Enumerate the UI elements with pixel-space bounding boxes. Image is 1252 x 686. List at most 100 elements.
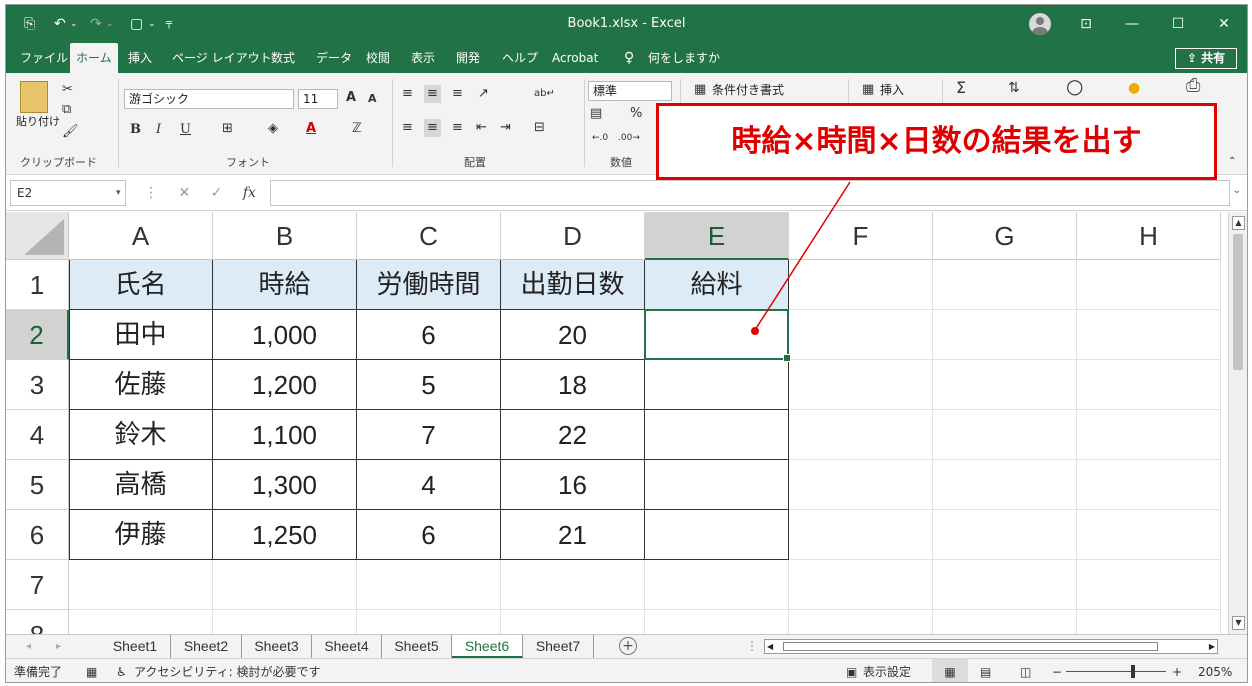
cell-c8[interactable] xyxy=(357,610,501,634)
grow-font-icon[interactable]: A xyxy=(346,89,356,107)
cell-c2[interactable]: 6 xyxy=(357,310,501,360)
cell-d2[interactable]: 20 xyxy=(501,310,645,360)
column-header-h[interactable]: H xyxy=(1077,212,1221,260)
cell-e5[interactable] xyxy=(645,460,789,510)
zoom-slider[interactable] xyxy=(1066,671,1166,672)
row-header-7[interactable]: 7 xyxy=(6,560,69,610)
cell-h5[interactable] xyxy=(1077,460,1221,510)
shrink-font-icon[interactable]: A xyxy=(368,90,377,108)
cell-b7[interactable] xyxy=(213,560,357,610)
cell-f3[interactable] xyxy=(789,360,933,410)
cell-e8[interactable] xyxy=(645,610,789,634)
row-header-4[interactable]: 4 xyxy=(6,410,69,460)
cell-d5[interactable]: 16 xyxy=(501,460,645,510)
column-header-b[interactable]: B xyxy=(213,212,357,260)
cell-h7[interactable] xyxy=(1077,560,1221,610)
row-header-3[interactable]: 3 xyxy=(6,360,69,410)
cell-f4[interactable] xyxy=(789,410,933,460)
insert-cells-button[interactable]: 挿入 xyxy=(880,81,904,99)
cell-g7[interactable] xyxy=(933,560,1077,610)
cut-icon[interactable]: ✂ xyxy=(62,81,73,99)
bold-icon[interactable]: B xyxy=(130,121,141,139)
font-size-select[interactable]: 11 xyxy=(298,89,338,109)
name-box-dropdown-icon[interactable]: ▾ xyxy=(116,180,121,206)
column-header-a[interactable]: A xyxy=(69,212,213,260)
cell-b6[interactable]: 1,250 xyxy=(213,510,357,560)
minimize-button[interactable]: — xyxy=(1109,5,1155,43)
align-left-icon[interactable]: ≡ xyxy=(402,119,413,137)
orientation-icon[interactable]: ↗ xyxy=(478,85,489,103)
paste-icon[interactable] xyxy=(20,81,48,113)
row-header-5[interactable]: 5 xyxy=(6,460,69,510)
cell-c5[interactable]: 4 xyxy=(357,460,501,510)
cell-a1[interactable]: 氏名 xyxy=(69,260,213,310)
column-header-f[interactable]: F xyxy=(789,212,933,260)
cell-f5[interactable] xyxy=(789,460,933,510)
copy-icon[interactable]: ⧉ xyxy=(62,101,71,119)
horizontal-scrollbar[interactable]: ◀ ▶ xyxy=(764,639,1218,654)
cell-b4[interactable]: 1,100 xyxy=(213,410,357,460)
user-avatar[interactable] xyxy=(1029,13,1051,35)
cell-c7[interactable] xyxy=(357,560,501,610)
close-button[interactable]: ✕ xyxy=(1201,5,1247,43)
sheet-tab-sheet3[interactable]: Sheet3 xyxy=(242,635,312,658)
scroll-up-icon[interactable]: ▲ xyxy=(1232,216,1245,230)
cell-g8[interactable] xyxy=(933,610,1077,634)
horizontal-scroll-thumb[interactable] xyxy=(783,642,1158,651)
normal-view-icon[interactable]: ▦ xyxy=(932,659,968,682)
cell-g6[interactable] xyxy=(933,510,1077,560)
tab-insert[interactable]: 挿入 xyxy=(128,43,152,73)
align-top-icon[interactable]: ≡ xyxy=(402,85,413,103)
increase-decimal-icon[interactable]: ←.0 xyxy=(592,129,608,147)
number-format-select[interactable]: 標準 xyxy=(588,81,672,101)
cell-e4[interactable] xyxy=(645,410,789,460)
sheet-tab-sheet2[interactable]: Sheet2 xyxy=(171,635,242,658)
ribbon-display-icon[interactable]: ⊡ xyxy=(1063,5,1109,43)
collapse-ribbon-icon[interactable]: ⌃ xyxy=(1228,153,1236,171)
next-sheet-icon[interactable]: ▸ xyxy=(56,635,61,658)
worksheet-grid[interactable]: ABCDEFGH12345678氏名時給労働時間出勤日数給料田中1,000620… xyxy=(6,212,1228,634)
scroll-right-icon[interactable]: ▶ xyxy=(1209,640,1215,653)
tab-page-layout[interactable]: ページ レイアウト xyxy=(172,43,272,73)
page-break-view-icon[interactable]: ◫ xyxy=(1020,659,1031,682)
cell-g2[interactable] xyxy=(933,310,1077,360)
autosum-icon[interactable]: Σ xyxy=(956,79,966,97)
sheet-tab-sheet5[interactable]: Sheet5 xyxy=(382,635,452,658)
tab-formulas[interactable]: 数式 xyxy=(271,43,295,73)
cell-d1[interactable]: 出勤日数 xyxy=(501,260,645,310)
cell-h4[interactable] xyxy=(1077,410,1221,460)
cell-d8[interactable] xyxy=(501,610,645,634)
cell-h8[interactable] xyxy=(1077,610,1221,634)
cancel-icon[interactable]: ✕ xyxy=(178,185,190,201)
currency-icon[interactable]: ▤ xyxy=(590,105,602,123)
fill-color-icon[interactable]: ◈ xyxy=(268,120,278,138)
cell-f8[interactable] xyxy=(789,610,933,634)
column-header-g[interactable]: G xyxy=(933,212,1077,260)
row-header-1[interactable]: 1 xyxy=(6,260,69,310)
cell-e1[interactable]: 給料 xyxy=(645,260,789,310)
cell-b2[interactable]: 1,000 xyxy=(213,310,357,360)
find-icon[interactable]: ○ xyxy=(1066,76,1083,96)
cell-d4[interactable]: 22 xyxy=(501,410,645,460)
cell-c3[interactable]: 5 xyxy=(357,360,501,410)
name-box[interactable]: E2 xyxy=(10,180,126,206)
row-header-2[interactable]: 2 xyxy=(6,310,69,360)
merge-center-icon[interactable]: ⊟ xyxy=(534,119,545,137)
select-all-corner[interactable] xyxy=(6,212,69,260)
add-sheet-button[interactable]: + xyxy=(619,637,637,655)
cell-g5[interactable] xyxy=(933,460,1077,510)
column-header-d[interactable]: D xyxy=(501,212,645,260)
align-middle-icon[interactable]: ≡ xyxy=(424,85,441,103)
column-header-c[interactable]: C xyxy=(357,212,501,260)
accessibility-icon[interactable]: ♿ xyxy=(116,659,127,682)
cell-e2[interactable] xyxy=(645,310,789,360)
cell-g4[interactable] xyxy=(933,410,1077,460)
cell-g1[interactable] xyxy=(933,260,1077,310)
addin-icon[interactable]: ● xyxy=(1128,79,1140,97)
expand-formula-icon[interactable]: ⌄ xyxy=(1233,185,1241,196)
tab-help[interactable]: ヘルプ xyxy=(502,43,538,73)
tab-view[interactable]: 表示 xyxy=(411,43,435,73)
sort-filter-icon[interactable]: ⇅ xyxy=(1008,79,1020,97)
display-settings-icon[interactable]: ▣ xyxy=(846,659,857,682)
align-bottom-icon[interactable]: ≡ xyxy=(452,85,463,103)
